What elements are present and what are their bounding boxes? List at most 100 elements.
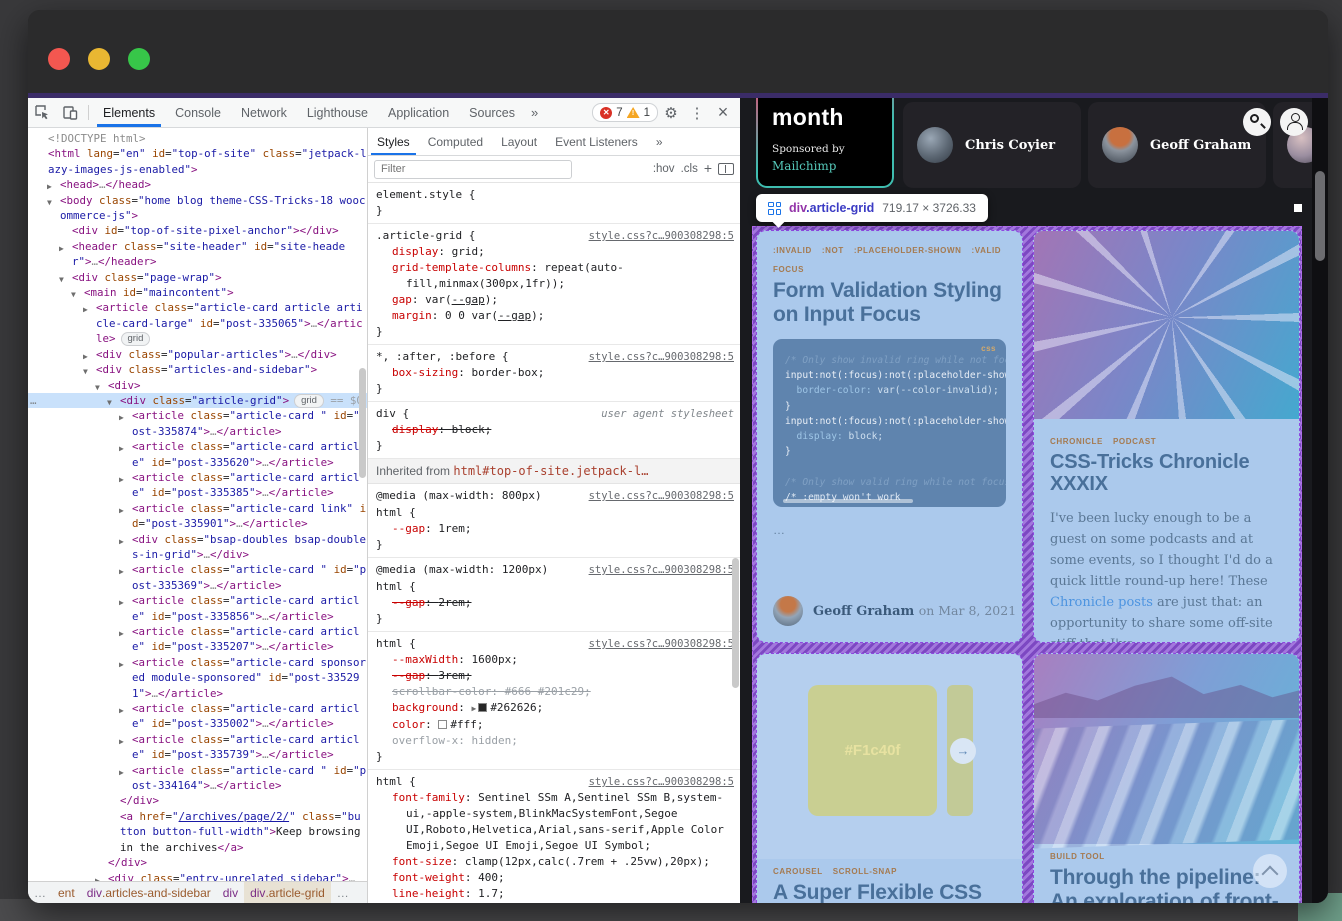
styles-tab-computed[interactable]: Computed — [419, 128, 492, 155]
sponsor-card[interactable]: month Sponsored by Mailchimp — [756, 98, 894, 188]
css-declaration[interactable]: scrollbar-color: #666 #201c29; — [376, 684, 734, 700]
css-selector[interactable]: html { — [376, 505, 734, 521]
css-selector[interactable]: html { — [376, 579, 734, 595]
css-declaration[interactable]: background: ▶#262626; — [376, 700, 734, 717]
code-block[interactable]: css /* Only show invalid ring while not … — [773, 339, 1006, 507]
dom-scrollbar-thumb[interactable] — [359, 368, 366, 478]
breadcrumb-item[interactable]: … — [331, 882, 355, 903]
kebab-menu-icon[interactable]: ⋮ — [684, 104, 710, 122]
dom-tree-line[interactable]: <a href="/archives/page/2/" class="butto… — [28, 809, 367, 855]
stylesheet-link[interactable]: style.css?c…900308298:5 — [589, 488, 734, 504]
sponsor-link[interactable]: Mailchimp — [772, 159, 878, 173]
css-declaration[interactable]: color: #fff; — [376, 717, 734, 733]
article-title[interactable]: A Super Flexible CSS Carousel, Enhanced … — [773, 881, 1006, 903]
dom-tree-line[interactable]: ▼<main id="maincontent"> — [28, 285, 367, 300]
close-devtools-icon[interactable]: × — [710, 102, 736, 123]
stylesheet-link[interactable]: style.css?c…900308298:5 — [589, 228, 734, 244]
tab-console[interactable]: Console — [165, 98, 231, 127]
expand-arrow-icon[interactable]: ▶ — [119, 503, 124, 518]
breadcrumb-item[interactable]: … — [28, 882, 52, 903]
dom-tree-line[interactable]: ▶<div class="bsap-doubles bsap-doubles-i… — [28, 532, 367, 563]
styles-tab-layout[interactable]: Layout — [492, 128, 546, 155]
dom-tree-line[interactable]: </div> — [28, 793, 367, 808]
dom-tree-line[interactable]: ▶<article class="article-card article" i… — [28, 732, 367, 763]
collapse-arrow-icon[interactable]: ▼ — [47, 195, 52, 210]
dom-tree-line[interactable]: ▶<article class="article-card article" i… — [28, 470, 367, 501]
carousel-next-button[interactable]: → — [950, 738, 976, 764]
article-tag[interactable]: :PLACEHOLDER-SHOWN — [854, 246, 962, 255]
author-chip-chris-coyier[interactable]: Chris Coyier — [903, 102, 1081, 188]
account-button[interactable] — [1280, 108, 1308, 136]
expand-arrow-icon[interactable]: ▶ — [119, 626, 124, 641]
styles-scrollbar-thumb[interactable] — [732, 558, 739, 688]
dom-tree-line[interactable]: ▶<article class="article-card " id="post… — [28, 763, 367, 794]
css-selector[interactable]: element.style { — [376, 187, 734, 203]
tab-sources[interactable]: Sources — [459, 98, 525, 127]
page-scrollbar-thumb[interactable] — [1315, 171, 1325, 261]
css-declaration[interactable]: overflow-x: hidden; — [376, 733, 734, 749]
css-declaration[interactable]: --gap: 1rem; — [376, 521, 734, 537]
article-tag[interactable]: FOCUS — [773, 265, 804, 274]
css-declaration[interactable]: font-size: clamp(12px,calc(.7rem + .25vw… — [376, 854, 734, 870]
styles-more-tabs-chevron[interactable]: » — [647, 128, 672, 155]
expand-arrow-icon[interactable]: ▶ — [59, 241, 64, 256]
stylesheet-link[interactable]: style.css?c…900308298:5 — [589, 636, 734, 652]
css-declaration[interactable]: --gap: 3rem; — [376, 668, 734, 684]
dom-tree-line[interactable]: ▼<body class="home blog theme-CSS-Tricks… — [28, 193, 367, 224]
new-style-rule-button[interactable]: + — [704, 160, 712, 176]
breadcrumb-item[interactable]: ent — [52, 882, 81, 903]
settings-gear-icon[interactable]: ⚙ — [658, 104, 684, 122]
article-card-carousel[interactable]: #F1c40f → CAROUSELSCROLL-SNAP A Super Fl… — [756, 653, 1023, 903]
expand-arrow-icon[interactable]: ▶ — [119, 410, 124, 425]
article-card-pipeline[interactable]: BUILD TOOL Through the pipeline: An expl… — [1033, 653, 1300, 903]
expand-arrow-icon[interactable]: ▶ — [119, 765, 124, 780]
close-window-button[interactable] — [48, 48, 70, 70]
styles-filter-input[interactable] — [374, 160, 572, 179]
hover-toggle[interactable]: :hov — [653, 163, 675, 175]
tab-network[interactable]: Network — [231, 98, 297, 127]
scroll-to-top-button[interactable] — [1253, 854, 1287, 888]
article-tag[interactable]: SCROLL-SNAP — [833, 867, 897, 876]
expand-arrow-icon[interactable]: ▶ — [119, 564, 124, 579]
dom-tree-line[interactable]: ▶<article class="article-card article" i… — [28, 439, 367, 470]
dom-tree-line[interactable]: ▶<div class="entry-unrelated sidebar">…<… — [28, 871, 367, 882]
article-tag[interactable]: CHRONICLE — [1050, 437, 1103, 446]
article-card-chronicle[interactable]: CHRONICLEPODCAST CSS-Tricks Chronicle XX… — [1033, 230, 1300, 643]
expand-value-icon[interactable]: ▶ — [471, 704, 476, 713]
dom-tree-line[interactable]: <!DOCTYPE html> — [28, 131, 367, 146]
dom-tree-line[interactable]: <html lang="en" id="top-of-site" class="… — [28, 146, 367, 177]
breadcrumb-item[interactable]: div — [217, 882, 244, 903]
dom-tree-line[interactable]: ▶<article class="article-card link" id="… — [28, 501, 367, 532]
tab-lighthouse[interactable]: Lighthouse — [297, 98, 378, 127]
css-declaration[interactable]: display: grid; — [376, 244, 734, 260]
article-tag[interactable]: :INVALID — [773, 246, 812, 255]
dom-tree-line[interactable]: ▶<div class="popular-articles">…</div> — [28, 347, 367, 362]
tab-application[interactable]: Application — [378, 98, 459, 127]
breadcrumb-item[interactable]: div.article-grid — [244, 882, 331, 903]
article-tag[interactable]: :VALID — [972, 246, 1002, 255]
dom-tree-line[interactable]: …▼<div class="article-grid">grid == $0 — [28, 393, 367, 408]
inherited-target-link[interactable]: html#top-of-site.jetpack-l… — [453, 464, 648, 478]
dom-tree-line[interactable]: ▶<article class="article-card article" i… — [28, 701, 367, 732]
article-tag[interactable]: PODCAST — [1113, 437, 1156, 446]
css-declaration[interactable]: display: block; — [376, 422, 734, 438]
dom-tree-line[interactable]: <div id="top-of-site-pixel-anchor"></div… — [28, 223, 367, 238]
console-status-badge[interactable]: ✕ 7 ! 1 — [592, 103, 658, 122]
stylesheet-link[interactable]: style.css?c…900308298:5 — [589, 562, 734, 578]
expand-arrow-icon[interactable]: ▶ — [95, 873, 100, 882]
color-swatch[interactable] — [438, 720, 447, 729]
stylesheet-link[interactable]: style.css?c…900308298:5 — [589, 774, 734, 790]
expand-arrow-icon[interactable]: ▶ — [119, 595, 124, 610]
css-declaration[interactable]: --gap: 2rem; — [376, 595, 734, 611]
inspect-element-icon[interactable] — [28, 98, 56, 127]
article-byline[interactable]: Geoff Graham on Mar 8, 2021 — [773, 596, 1016, 626]
zoom-window-button[interactable] — [128, 48, 150, 70]
dom-tree-line[interactable]: ▶<article class="article-card article ar… — [28, 300, 367, 346]
excerpt-link[interactable]: Chronicle posts — [1050, 595, 1153, 610]
tab-elements[interactable]: Elements — [93, 98, 165, 127]
css-declaration[interactable]: gap: var(--gap); — [376, 292, 734, 308]
dom-tree-line[interactable]: ▶<article class="article-card article" i… — [28, 624, 367, 655]
expand-arrow-icon[interactable]: ▶ — [83, 302, 88, 317]
article-tag[interactable]: CAROUSEL — [773, 867, 823, 876]
css-declaration[interactable]: --maxWidth: 1600px; — [376, 652, 734, 668]
